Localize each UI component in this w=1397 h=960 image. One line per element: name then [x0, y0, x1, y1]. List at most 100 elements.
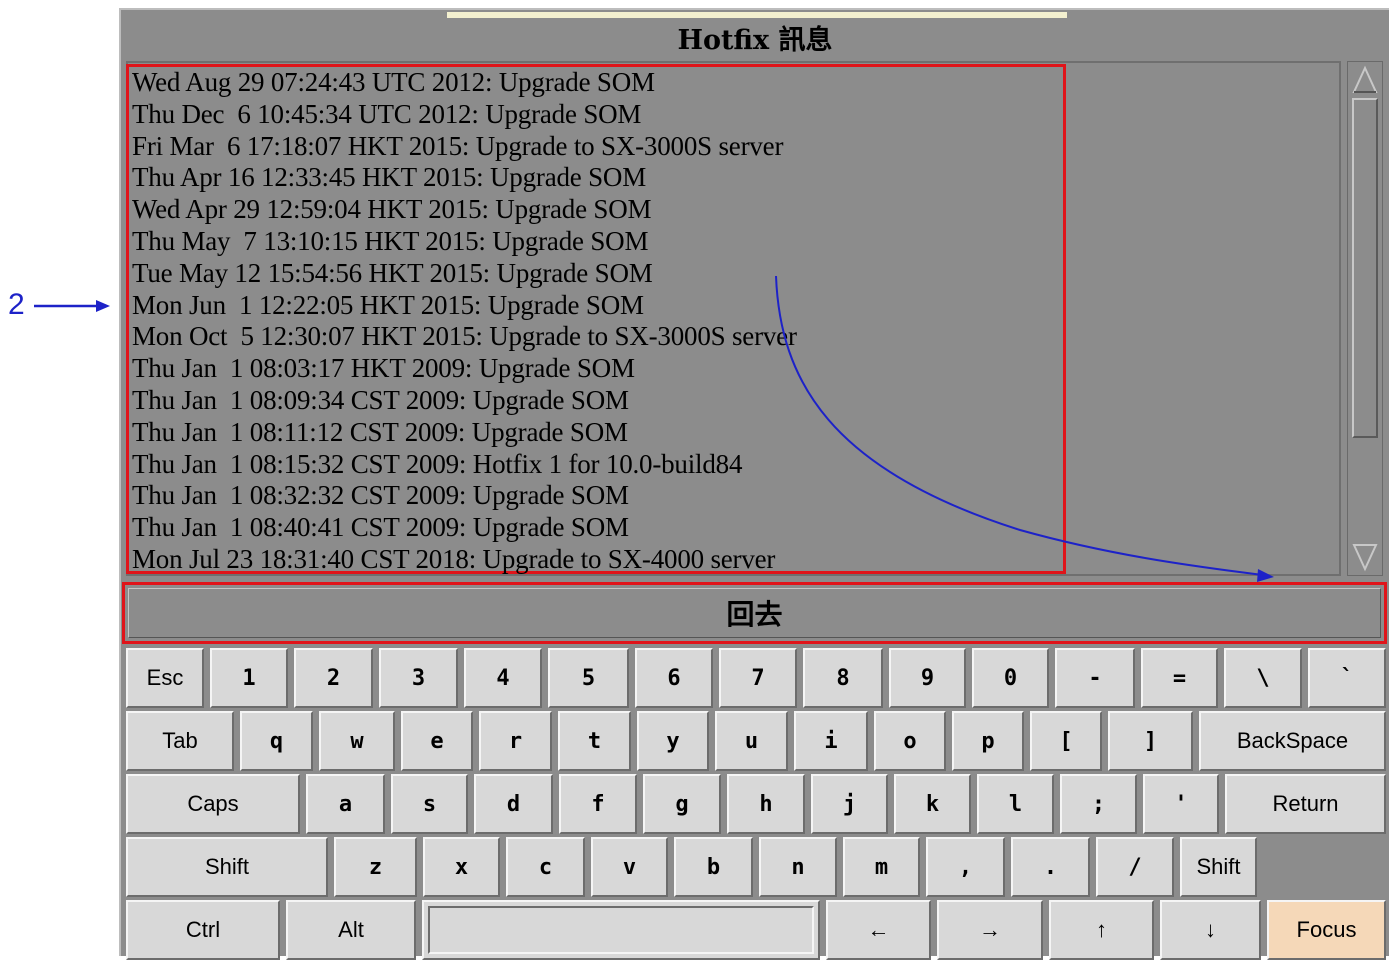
- key-label: 4: [496, 665, 510, 691]
- key-t[interactable]: t: [558, 711, 631, 771]
- key-label: y: [666, 728, 680, 754]
- key-shift[interactable]: Shift: [1180, 837, 1257, 897]
- key-6[interactable]: 6: [635, 648, 713, 708]
- scroll-up-arrow-icon[interactable]: [1352, 65, 1378, 95]
- key-label: q: [269, 728, 284, 754]
- key-a[interactable]: a: [306, 774, 385, 834]
- key-x45[interactable]: -: [1055, 648, 1135, 708]
- key-x44[interactable]: ,: [926, 837, 1005, 897]
- keyboard-row4: Shift z x c v b n m,. / Shift: [122, 837, 1388, 897]
- key-h[interactable]: h: [727, 774, 805, 834]
- key-label: /: [1128, 854, 1142, 880]
- key-label: s: [422, 791, 437, 817]
- key-tab[interactable]: Tab: [126, 711, 234, 771]
- log-entry: Tue May 12 15:54:56 HKT 2015: Upgrade SO…: [132, 257, 653, 288]
- key-n[interactable]: n: [759, 837, 837, 897]
- key-b[interactable]: b: [674, 837, 753, 897]
- key-f[interactable]: f: [559, 774, 637, 834]
- log-entry: Thu Jan 1 08:11:12 CST 2009: Upgrade SOM: [132, 416, 628, 447]
- log-entry: Thu Apr 16 12:33:45 HKT 2015: Upgrade SO…: [132, 162, 647, 193]
- log-entry: Thu Jan 1 08:15:32 CST 2009: Hotfix 1 fo…: [132, 448, 743, 479]
- key-u[interactable]: u: [715, 711, 788, 771]
- key-x[interactable]: x: [423, 837, 500, 897]
- log-entry: Thu May 7 13:10:15 HKT 2015: Upgrade SOM: [132, 225, 649, 256]
- key-arrow-left[interactable]: ←: [826, 900, 931, 960]
- key-x46[interactable]: .: [1011, 837, 1090, 897]
- key-arrow-right[interactable]: →: [937, 900, 1043, 960]
- key-x92[interactable]: \: [1224, 648, 1302, 708]
- key-q[interactable]: q: [240, 711, 313, 771]
- log-entry: Fri Mar 6 17:18:07 HKT 2015: Upgrade to …: [132, 130, 784, 161]
- key-x96[interactable]: `: [1308, 648, 1386, 708]
- key-ctrl[interactable]: Ctrl: [126, 900, 280, 960]
- log-entry: Thu Dec 6 10:45:34 UTC 2012: Upgrade SOM: [132, 98, 642, 129]
- key-k[interactable]: k: [894, 774, 971, 834]
- log-entry: Thu Jan 1 08:32:32 CST 2009: Upgrade SOM: [132, 480, 629, 511]
- log-entry: Wed Aug 29 07:24:43 UTC 2012: Upgrade SO…: [132, 67, 655, 97]
- key-x91[interactable]: [: [1030, 711, 1102, 771]
- key-backspace[interactable]: BackSpace: [1199, 711, 1386, 771]
- key-w[interactable]: w: [319, 711, 395, 771]
- key-g[interactable]: g: [643, 774, 721, 834]
- key-focus[interactable]: Focus: [1267, 900, 1386, 960]
- key-label: .: [1043, 854, 1058, 880]
- key-1[interactable]: 1: [210, 648, 288, 708]
- key-label: a: [338, 791, 353, 817]
- key-l[interactable]: l: [977, 774, 1054, 834]
- key-arrow-up[interactable]: ↑: [1049, 900, 1154, 960]
- key-7[interactable]: 7: [719, 648, 797, 708]
- key-label: c: [538, 854, 553, 880]
- key-5[interactable]: 5: [548, 648, 629, 708]
- key-esc[interactable]: Esc: [126, 648, 204, 708]
- key-space[interactable]: [422, 900, 820, 960]
- key-e[interactable]: e: [401, 711, 473, 771]
- key-i[interactable]: i: [794, 711, 868, 771]
- key-label: g: [675, 791, 689, 817]
- key-0[interactable]: 0: [972, 648, 1049, 708]
- key-z[interactable]: z: [334, 837, 417, 897]
- key-x93[interactable]: ]: [1108, 711, 1193, 771]
- key-2[interactable]: 2: [294, 648, 373, 708]
- scroll-thumb[interactable]: [1352, 98, 1378, 438]
- key-arrow-down[interactable]: ↓: [1160, 900, 1261, 960]
- key-label: Esc: [146, 665, 184, 690]
- back-button[interactable]: 回去: [122, 582, 1387, 644]
- log-entry: Thu Jan 1 08:03:17 HKT 2009: Upgrade SOM: [132, 353, 635, 384]
- key-label: v: [622, 854, 637, 880]
- key-x59[interactable]: ;: [1060, 774, 1137, 834]
- key-label: o: [903, 728, 917, 754]
- key-m[interactable]: m: [843, 837, 920, 897]
- key-d[interactable]: d: [474, 774, 553, 834]
- key-label: k: [925, 791, 940, 817]
- key-j[interactable]: j: [811, 774, 888, 834]
- key-x39[interactable]: ': [1143, 774, 1219, 834]
- key-p[interactable]: p: [952, 711, 1024, 771]
- key-label: 0: [1003, 665, 1018, 691]
- log-scrollbar[interactable]: [1347, 61, 1383, 576]
- hotfix-log-list[interactable]: Wed Aug 29 07:24:43 UTC 2012: Upgrade SO…: [126, 64, 1066, 574]
- key-r[interactable]: r: [479, 711, 552, 771]
- key-x47[interactable]: /: [1096, 837, 1174, 897]
- key-4[interactable]: 4: [464, 648, 542, 708]
- scroll-down-arrow-icon[interactable]: [1352, 542, 1378, 572]
- key-8[interactable]: 8: [803, 648, 883, 708]
- key-label: ,: [958, 854, 973, 880]
- key-3[interactable]: 3: [379, 648, 458, 708]
- key-shift[interactable]: Shift: [126, 837, 328, 897]
- key-v[interactable]: v: [591, 837, 668, 897]
- key-caps[interactable]: Caps: [126, 774, 300, 834]
- key-alt[interactable]: Alt: [286, 900, 416, 960]
- key-9[interactable]: 9: [889, 648, 966, 708]
- key-c[interactable]: c: [506, 837, 585, 897]
- key-label: f: [591, 791, 605, 817]
- key-label: h: [759, 791, 773, 817]
- key-label: ↑: [1096, 917, 1107, 942]
- key-o[interactable]: o: [874, 711, 946, 771]
- key-x61[interactable]: =: [1141, 648, 1218, 708]
- key-return[interactable]: Return: [1225, 774, 1386, 834]
- key-s[interactable]: s: [391, 774, 468, 834]
- key-label: =: [1172, 665, 1187, 691]
- key-label: →: [979, 917, 1001, 942]
- key-y[interactable]: y: [637, 711, 709, 771]
- key-label: Focus: [1296, 917, 1357, 942]
